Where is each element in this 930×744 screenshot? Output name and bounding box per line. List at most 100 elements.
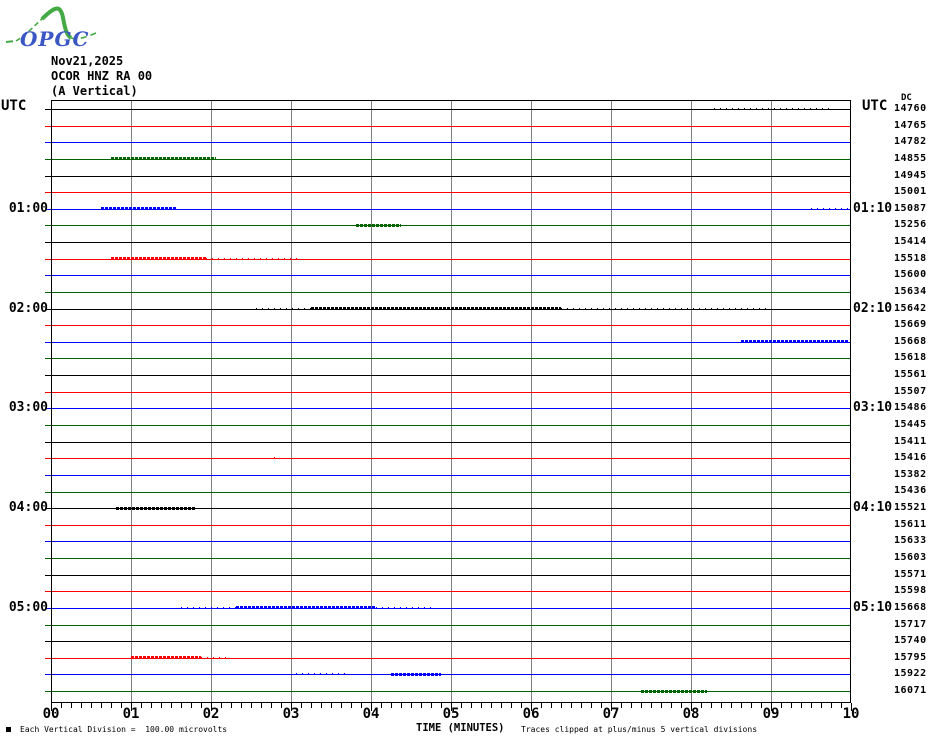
trace-start-tick [45,225,51,227]
trace-noise-burst [641,689,707,693]
utc-time-left: 02:00 [8,301,48,316]
trace-start-tick [45,458,51,460]
utc-time-left: 04:00 [8,500,48,515]
footer-marker-square [6,727,11,732]
x-tick-label: 00 [42,706,60,722]
trace-noise-burst [811,207,851,210]
x-tick-label: 09 [762,706,780,722]
trace-start-tick [45,657,51,659]
x-minor-tick [741,703,742,708]
trace-start-tick [45,391,51,393]
trace-start-tick [45,624,51,626]
dc-offset-value: 15445 [894,419,927,430]
trace-start-tick [45,291,51,293]
x-minor-tick [331,703,332,708]
trace-line [52,607,850,609]
x-minor-tick [321,703,322,708]
dc-offset-value: 15669 [894,319,927,330]
x-minor-tick [151,703,152,708]
x-minor-tick [231,703,232,708]
trace-start-tick [45,142,51,144]
trace-line [52,225,850,227]
dc-offset-value: 15507 [894,386,927,397]
trace-line [52,391,850,393]
trace-noise-burst [101,207,176,211]
trace-line [52,624,850,626]
utc-time-right: 04:10 [853,500,893,515]
trace-start-tick [45,192,51,194]
x-minor-tick [311,703,312,708]
trace-start-tick [45,325,51,327]
dc-offset-value: 15087 [894,203,927,214]
trace-line [52,125,850,127]
logo-volcano-dash-left [5,40,17,43]
x-minor-tick [411,703,412,708]
x-minor-tick [101,703,102,708]
trace-noise-burst [256,307,311,310]
trace-line [52,325,850,327]
x-minor-tick [481,703,482,708]
x-minor-tick [491,703,492,708]
x-minor-tick [811,703,812,708]
utc-time-right: 05:10 [853,600,893,615]
x-minor-tick [571,703,572,708]
dc-offset-value: 14855 [894,153,927,164]
trace-line [52,474,850,476]
dc-offset-value: 16071 [894,685,927,696]
dc-column-label: DC [901,93,912,103]
dc-offset-value: 14760 [894,103,927,114]
x-minor-tick [551,703,552,708]
trace-start-tick [45,474,51,476]
utc-time-right: 01:10 [853,201,893,216]
dc-offset-value: 15521 [894,502,927,513]
station-code: OCOR HNZ RA 00 [51,69,153,83]
x-minor-tick [71,703,72,708]
trace-start-tick [45,109,51,110]
dc-offset-value: 15561 [894,369,927,380]
dc-offset-value: 15600 [894,269,927,280]
trace-line [52,242,850,243]
dc-offset-value: 15416 [894,452,927,463]
x-minor-tick [341,703,342,708]
trace-start-tick [45,375,51,377]
trace-line [52,175,850,177]
trace-start-tick [45,591,51,593]
trace-start-tick [45,358,51,360]
dc-offset-value: 15668 [894,602,927,613]
trace-start-tick [45,574,51,576]
dc-offset-value: 15922 [894,668,927,679]
dc-offset-value: 15001 [894,186,927,197]
dc-offset-value: 15618 [894,352,927,363]
trace-noise-burst [201,656,231,659]
record-date: Nov21,2025 [51,54,124,68]
x-minor-tick [561,703,562,708]
x-tick-label: 03 [282,706,300,722]
dc-offset-value: 15795 [894,652,927,663]
dc-offset-value: 15414 [894,236,927,247]
trace-line [52,291,850,293]
utc-time-right: 02:10 [853,301,893,316]
trace-start-tick [45,125,51,127]
x-minor-tick [421,703,422,708]
trace-start-tick [45,158,51,160]
trace-line [52,441,850,443]
trace-noise-burst [311,307,561,311]
component-label: (A Vertical) [51,84,138,98]
trace-start-tick [45,258,51,260]
trace-line [52,458,850,460]
x-minor-tick [81,703,82,708]
logo-text: OPGC [20,27,89,48]
x-minor-tick [641,703,642,708]
x-minor-tick [711,703,712,708]
trace-line [52,408,850,410]
trace-line [52,541,850,543]
trace-noise-burst [356,223,401,227]
dc-offset-value: 15486 [894,402,927,413]
trace-noise-burst [714,108,831,110]
utc-time-left: 01:00 [8,201,48,216]
dc-offset-value: 14765 [894,120,927,131]
dc-offset-value: 14945 [894,170,927,181]
x-minor-tick [471,703,472,708]
helicorder-plot-area [45,100,851,703]
dc-offset-value: 15611 [894,519,927,530]
